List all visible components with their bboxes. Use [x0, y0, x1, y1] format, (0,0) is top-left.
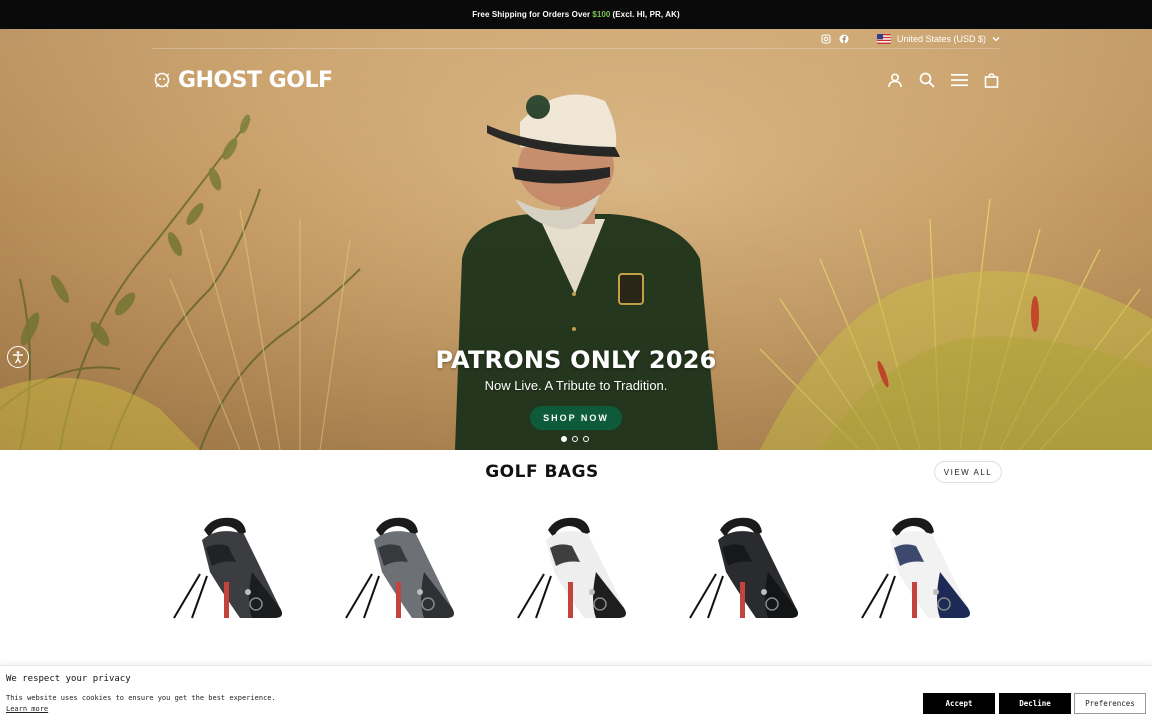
- cookie-text: This website uses cookies to ensure you …: [6, 694, 276, 702]
- us-flag-icon: [876, 33, 891, 44]
- search-icon[interactable]: [918, 71, 936, 89]
- decline-button[interactable]: Decline: [999, 693, 1071, 714]
- announcement-note: (Excl. HI, PR, AK): [612, 10, 680, 19]
- logo-text: GHOST GOLF: [178, 67, 333, 93]
- product-card[interactable]: [496, 512, 656, 622]
- utility-bar: United States (USD $): [152, 29, 1000, 49]
- hero-banner[interactable]: United States (USD $) GHOST GOLF PATRONS…: [0, 29, 1152, 450]
- product-grid: [152, 512, 1000, 622]
- announcement-text: Free Shipping for Orders Over: [472, 10, 591, 19]
- golf-bag-image: [689, 517, 798, 619]
- cart-icon[interactable]: [982, 71, 1000, 89]
- golf-bags-title: GOLF BAGS: [485, 462, 599, 482]
- shop-now-button[interactable]: SHOP NOW: [530, 406, 622, 430]
- view-all-button[interactable]: VIEW ALL: [934, 461, 1002, 483]
- site-logo[interactable]: GHOST GOLF: [152, 68, 333, 93]
- account-icon[interactable]: [886, 71, 904, 89]
- golf-bag-image: [345, 517, 454, 619]
- instagram-icon[interactable]: [821, 33, 831, 44]
- country-selector[interactable]: United States (USD $): [876, 33, 1000, 44]
- cookie-title: We respect your privacy: [6, 674, 131, 684]
- product-card[interactable]: [324, 512, 484, 622]
- hero-copy: PATRONS ONLY 2026 Now Live. A Tribute to…: [0, 346, 1152, 430]
- learn-more-link[interactable]: Learn more: [6, 705, 48, 713]
- slider-dot-1[interactable]: [561, 436, 567, 442]
- product-card[interactable]: [152, 512, 312, 622]
- announcement-price: $100: [592, 10, 611, 19]
- product-card[interactable]: [668, 512, 828, 622]
- slider-dot-2[interactable]: [572, 436, 578, 442]
- golf-bag-image: [517, 517, 626, 619]
- chevron-down-icon: [992, 36, 1000, 41]
- cookie-banner: We respect your privacy This website use…: [0, 665, 1152, 720]
- country-label: United States (USD $): [896, 33, 986, 44]
- menu-icon[interactable]: [950, 71, 968, 89]
- slider-dot-3[interactable]: [583, 436, 589, 442]
- accept-button[interactable]: Accept: [923, 693, 995, 714]
- golf-bag-image: [173, 517, 282, 619]
- slider-dots: [561, 436, 589, 442]
- announcement-bar: Free Shipping for Orders Over $100 (Excl…: [0, 0, 1152, 29]
- hero-subtitle: Now Live. A Tribute to Tradition.: [484, 378, 668, 393]
- hero-title: PATRONS ONLY 2026: [435, 346, 717, 374]
- ghost-logo-icon: [154, 72, 170, 88]
- product-card[interactable]: [840, 512, 1000, 622]
- preferences-button[interactable]: Preferences: [1074, 693, 1146, 714]
- golf-bag-image: [861, 517, 970, 619]
- main-navbar: GHOST GOLF: [152, 67, 1000, 93]
- facebook-icon[interactable]: [839, 34, 849, 44]
